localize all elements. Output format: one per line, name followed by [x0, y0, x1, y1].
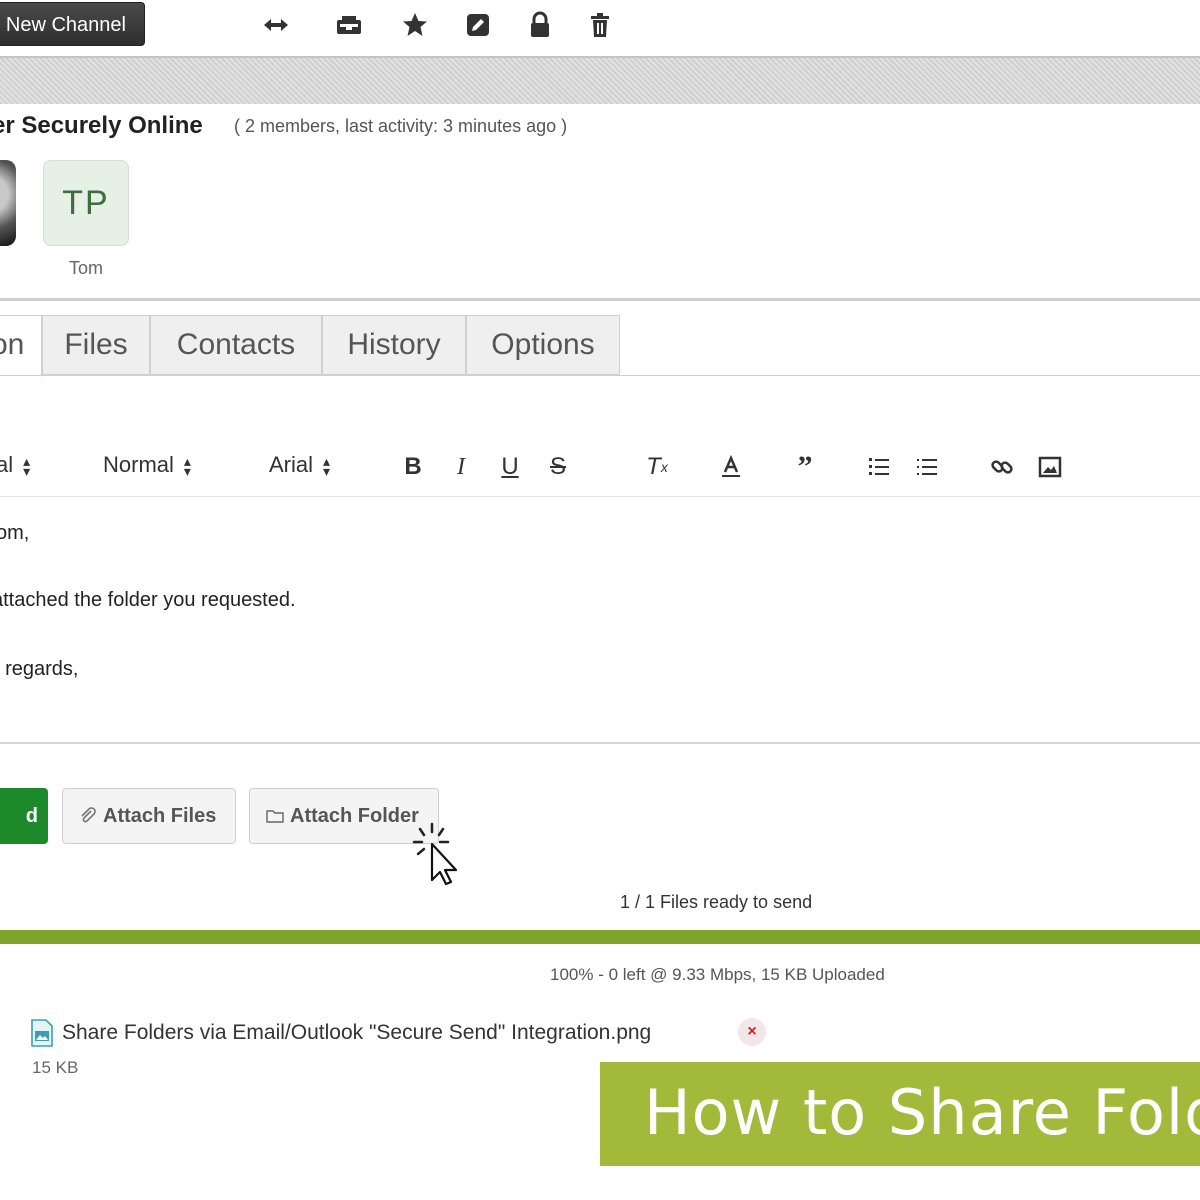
- tabs-baseline: [0, 375, 1200, 376]
- editor-top-border: [0, 496, 1200, 497]
- section-divider: [0, 298, 1200, 301]
- star-icon[interactable]: [397, 8, 433, 42]
- lock-icon[interactable]: [522, 8, 558, 42]
- font-select[interactable]: Arial ▴ ▾: [269, 452, 330, 478]
- send-button[interactable]: d: [0, 788, 48, 844]
- attach-folder-label: Attach Folder: [290, 805, 419, 827]
- transfer-icon[interactable]: [258, 8, 294, 42]
- banner-title: How to Share Folders: [644, 1076, 1200, 1149]
- link-icon[interactable]: [985, 450, 1019, 484]
- folder-icon: [264, 805, 286, 827]
- trash-icon[interactable]: [582, 8, 618, 42]
- tab-files[interactable]: Files: [42, 315, 150, 375]
- underline-icon[interactable]: U: [493, 450, 527, 484]
- mouse-cursor-icon: [412, 822, 458, 886]
- format-select-value: al: [0, 452, 14, 477]
- select-arrows-icon: ▴ ▾: [183, 453, 191, 480]
- tab-contacts[interactable]: Contacts: [150, 315, 322, 375]
- member-avatar-photo[interactable]: [0, 160, 16, 246]
- size-select-value: Normal: [103, 452, 174, 477]
- tab-options[interactable]: Options: [466, 315, 620, 375]
- editor-bottom-border: [0, 742, 1200, 744]
- edit-icon[interactable]: [460, 8, 496, 42]
- header-pattern-band: [0, 56, 1200, 104]
- image-file-icon: [31, 1019, 53, 1047]
- bold-icon[interactable]: B: [396, 450, 430, 484]
- upload-progress-bar: [0, 930, 1200, 944]
- new-channel-label: New Channel: [5, 14, 126, 36]
- attach-files-label: Attach Files: [103, 805, 217, 827]
- inbox-icon[interactable]: [331, 8, 367, 42]
- italic-icon[interactable]: I: [444, 450, 478, 484]
- bullet-list-icon[interactable]: [910, 450, 944, 484]
- blockquote-icon[interactable]: ”: [788, 450, 822, 484]
- attached-file-item: Share Folders via Email/Outlook "Secure …: [30, 1016, 651, 1050]
- message-editor[interactable]: om, attached the folder you requested. t…: [0, 500, 1200, 742]
- attach-files-button[interactable]: Attach Files: [62, 788, 236, 844]
- member-avatar-tom[interactable]: TP: [43, 160, 129, 246]
- image-icon[interactable]: [1033, 450, 1067, 484]
- message-line-greeting: om,: [0, 522, 30, 544]
- message-line-signoff: t regards,: [0, 658, 79, 680]
- text-color-icon[interactable]: [714, 450, 748, 484]
- message-line-body: attached the folder you requested.: [0, 589, 296, 611]
- editor-toolbar: al ▴ ▾ Normal ▴ ▾ Arial ▴ ▾ B I U S Tx ”: [0, 440, 1200, 496]
- strikethrough-icon[interactable]: S: [541, 450, 575, 484]
- select-arrows-icon: ▴ ▾: [323, 453, 331, 480]
- top-toolbar: New Channel: [0, 0, 1200, 56]
- tab-history[interactable]: History: [322, 315, 466, 375]
- upload-stats: 100% - 0 left @ 9.33 Mbps, 15 KB Uploade…: [550, 965, 885, 984]
- channel-title: er Securely Online: [0, 112, 203, 139]
- new-channel-button[interactable]: New Channel: [0, 2, 145, 46]
- title-banner: How to Share Folders: [600, 1062, 1200, 1166]
- files-ready-status: 1 / 1 Files ready to send: [620, 892, 813, 912]
- channel-meta: ( 2 members, last activity: 3 minutes ag…: [234, 116, 568, 136]
- ordered-list-icon[interactable]: [862, 450, 896, 484]
- member-name-tom: Tom: [68, 258, 103, 278]
- tab-conversation[interactable]: on: [0, 315, 42, 377]
- attached-file-size: 15 KB: [32, 1058, 79, 1077]
- paperclip-icon: [77, 805, 99, 827]
- font-select-value: Arial: [269, 452, 314, 477]
- upload-progress-fill: [0, 930, 1200, 944]
- clear-format-icon[interactable]: Tx: [640, 450, 674, 484]
- format-select[interactable]: al ▴ ▾: [0, 452, 30, 478]
- attached-file-name: Share Folders via Email/Outlook "Secure …: [62, 1021, 652, 1044]
- remove-file-button[interactable]: ×: [738, 1018, 766, 1046]
- select-arrows-icon: ▴ ▾: [23, 453, 31, 480]
- size-select[interactable]: Normal ▴ ▾: [103, 452, 191, 478]
